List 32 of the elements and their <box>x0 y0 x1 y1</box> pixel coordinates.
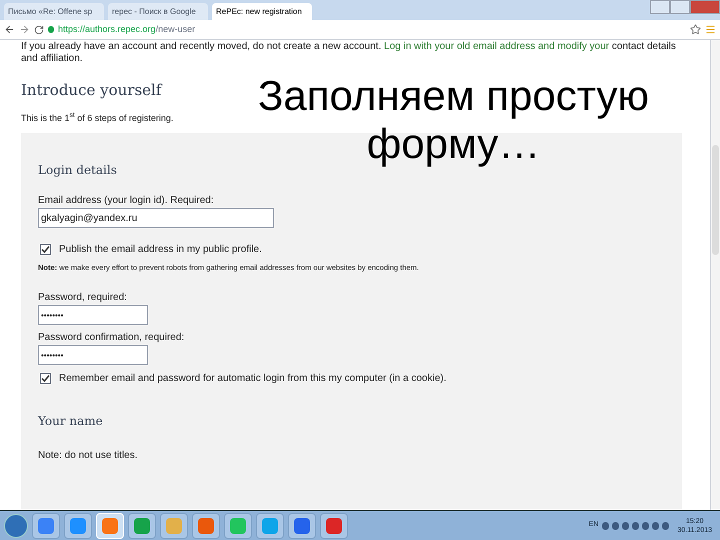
start-button[interactable] <box>4 514 28 538</box>
field-label: Email address (your login id). Required: <box>38 194 215 208</box>
slide-caption: Заполняем простую форму… <box>257 72 650 168</box>
tray-icons-drawing[interactable] <box>602 522 670 530</box>
password-field[interactable]: •••••••• <box>38 305 148 326</box>
login-link[interactable]: Log in with your old email address and modify your <box>384 41 610 52</box>
menu-icon[interactable] <box>705 24 716 35</box>
intro-paragraph: If you already have an account and recently moved, do not create a new account. Log in with your old email address and modify your contact details and affiliation. <box>21 41 677 65</box>
back-icon[interactable] <box>4 24 15 35</box>
field-label: Password confirmation, required: <box>38 331 186 346</box>
checkbox[interactable] <box>40 244 51 255</box>
url-path: /new-user <box>156 22 196 36</box>
url-field[interactable]: https://authors.repec.org/new-user <box>48 22 686 36</box>
star-icon[interactable] <box>690 24 701 35</box>
browser-tab[interactable]: Письмо «Re: Offene sp <box>4 3 104 20</box>
email-field[interactable]: gkalyagin@yandex.ru <box>38 208 274 228</box>
reload-icon[interactable] <box>34 24 44 34</box>
checkbox-label: Remember email and password for automatic login from this my computer (in a cookie). <box>59 372 446 386</box>
window-controls-drawing[interactable] <box>650 0 720 14</box>
note-text: Note: do not use titles. <box>38 449 139 464</box>
steps-text: This is the 1$^{st}$ of 6 steps of registering. <box>21 112 174 125</box>
forward-icon[interactable] <box>19 24 30 35</box>
field-label: Password, required: <box>38 291 128 306</box>
section-title: Login details <box>38 162 118 179</box>
browser-tab[interactable]: RePEc: new registration <box>212 3 312 20</box>
checkbox[interactable] <box>40 373 51 384</box>
url-host: https://authors.repec.org <box>58 22 156 36</box>
browser-tab[interactable]: repec - Поиск в Google <box>108 3 208 20</box>
checkbox-label: Publish the email address in my public profile. <box>59 243 262 257</box>
password-confirmation-field[interactable]: •••••••• <box>38 345 148 366</box>
page-heading: Introduce yourself <box>21 80 162 101</box>
section-title: Your name <box>38 413 104 430</box>
